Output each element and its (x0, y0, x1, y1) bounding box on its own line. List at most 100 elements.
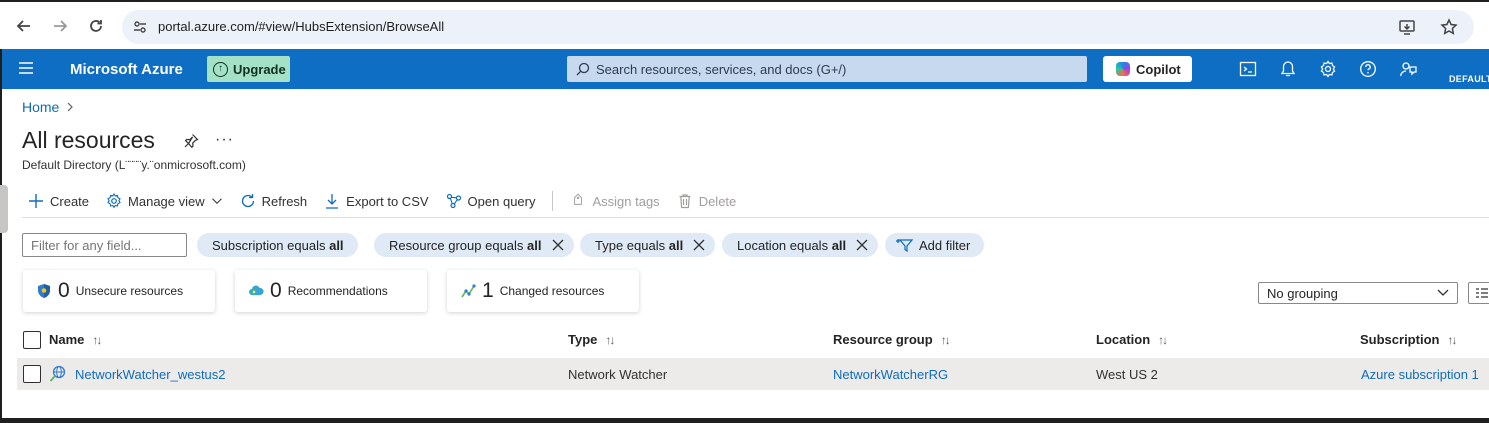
toolbar-divider-line (22, 217, 1489, 218)
resource-name-link[interactable]: NetworkWatcher_westus2 (75, 367, 226, 382)
copilot-label: Copilot (1136, 61, 1181, 77)
url-text: portal.azure.com/#view/HubsExtension/Bro… (158, 19, 445, 34)
refresh-label: Refresh (261, 193, 308, 209)
forward-icon[interactable] (48, 14, 72, 38)
filter-pill-label: Subscription equals all (212, 237, 344, 253)
close-icon[interactable] (856, 239, 868, 251)
sidebar-collapse-handle[interactable] (0, 185, 8, 233)
feedback-icon[interactable] (1399, 60, 1417, 78)
install-app-icon[interactable] (1398, 18, 1416, 36)
resource-group-link[interactable]: NetworkWatcherRG (833, 367, 948, 382)
back-icon[interactable] (12, 14, 36, 38)
breadcrumb: Home (22, 99, 75, 115)
filter-pill-label: Type equals all (595, 237, 684, 253)
filter-pill-resource-group[interactable]: Resource group equals all (374, 233, 574, 257)
assign-tags-label: Assign tags (592, 193, 660, 209)
grouping-dropdown[interactable]: No grouping (1258, 282, 1458, 304)
help-icon[interactable] (1359, 60, 1377, 78)
directory-label[interactable]: DEFAULT (1449, 74, 1489, 84)
settings-gear-icon[interactable] (1319, 60, 1337, 78)
menu-icon[interactable] (18, 61, 34, 75)
shield-icon (38, 284, 50, 298)
copilot-icon (1116, 62, 1130, 76)
trash-icon (679, 194, 691, 209)
create-label: Create (50, 193, 90, 209)
filter-pill-subscription[interactable]: Subscription equals all (197, 233, 358, 257)
column-header-resource-group[interactable]: Resource group ↑↓ (833, 332, 951, 347)
filter-input[interactable] (22, 233, 187, 257)
row-checkbox[interactable] (23, 365, 41, 383)
change-analysis-icon (461, 284, 476, 298)
add-filter-label: Add filter (919, 237, 971, 253)
assign-tags-button[interactable]: Assign tags (570, 193, 660, 209)
create-button[interactable]: Create (28, 193, 89, 209)
open-query-label: Open query (467, 193, 536, 209)
window-bottom-edge (0, 418, 1489, 423)
search-placeholder: Search resources, services, and docs (G+… (596, 62, 847, 77)
filter-pill-type[interactable]: Type equals all (580, 233, 716, 257)
export-csv-button[interactable]: Export to CSV (324, 193, 429, 209)
column-header-location[interactable]: Location ↑↓ (1096, 332, 1168, 347)
sort-icon: ↑↓ (1158, 332, 1168, 347)
column-header-type[interactable]: Type ↑↓ (568, 332, 615, 347)
site-settings-icon[interactable] (132, 19, 148, 35)
brand-title[interactable]: Microsoft Azure (70, 61, 183, 78)
card-label: Changed resources (499, 284, 605, 298)
directory-subtitle: Default Directory (L¨¨¨¨y.¨onmicrosoft.c… (22, 158, 246, 172)
chevron-right-icon (67, 102, 74, 112)
advisor-cloud-icon (249, 285, 264, 295)
manage-view-label: Manage view (128, 193, 205, 209)
azure-topbar: Microsoft Azure ↑ Upgrade Search resourc… (2, 49, 1489, 89)
delete-label: Delete (698, 193, 737, 209)
upgrade-button[interactable]: ↑ Upgrade (207, 56, 290, 82)
refresh-icon (241, 194, 254, 208)
list-view-icon (1476, 288, 1488, 298)
upgrade-arrow-icon: ↑ (213, 61, 228, 77)
table-row[interactable] (17, 358, 1489, 390)
sort-icon: ↑↓ (1447, 332, 1457, 347)
resource-location: West US 2 (1096, 367, 1158, 382)
page-title: All resources (22, 127, 155, 153)
export-csv-label: Export to CSV (346, 193, 429, 209)
more-options-icon[interactable]: ··· (215, 131, 234, 149)
add-filter-icon (896, 239, 913, 253)
card-count: 0 (270, 279, 282, 302)
breadcrumb-home[interactable]: Home (22, 99, 59, 115)
pin-icon[interactable] (183, 133, 199, 149)
add-filter-button[interactable]: Add filter (885, 233, 985, 257)
delete-button[interactable]: Delete (677, 193, 737, 209)
network-watcher-icon (49, 365, 66, 382)
open-query-button[interactable]: Open query (446, 193, 536, 209)
global-search-input[interactable]: Search resources, services, and docs (G+… (567, 56, 1087, 82)
sort-icon: ↑↓ (605, 332, 615, 347)
tag-icon (574, 193, 583, 205)
card-unsecure-resources[interactable]: 0 Unsecure resources (23, 270, 215, 312)
column-header-subscription[interactable]: Subscription ↑↓ (1360, 332, 1457, 347)
notifications-bell-icon[interactable] (1279, 60, 1297, 78)
reload-icon[interactable] (84, 14, 108, 38)
close-icon[interactable] (552, 239, 564, 251)
close-icon[interactable] (693, 239, 705, 251)
window-edge (0, 49, 2, 418)
chevron-down-icon (211, 198, 222, 204)
query-graph-icon (446, 193, 461, 209)
manage-view-button[interactable]: Manage view (106, 193, 223, 209)
download-icon (326, 194, 339, 209)
resource-type: Network Watcher (568, 367, 668, 382)
cloud-shell-icon[interactable] (1239, 60, 1257, 78)
filter-pill-location[interactable]: Location equals all (722, 233, 879, 257)
card-count: 0 (58, 279, 70, 302)
grouping-selected: No grouping (1267, 285, 1338, 301)
copilot-button[interactable]: Copilot (1103, 56, 1192, 82)
column-header-name[interactable]: Name ↑↓ (49, 332, 102, 347)
bookmark-star-icon[interactable] (1440, 18, 1458, 36)
select-all-checkbox[interactable] (23, 331, 41, 349)
search-icon (576, 62, 590, 76)
card-recommendations[interactable]: 0 Recommendations (235, 270, 427, 312)
card-count: 1 (482, 279, 494, 302)
card-changed-resources[interactable]: 1 Changed resources (447, 270, 639, 312)
list-view-toggle[interactable] (1468, 282, 1489, 304)
refresh-button[interactable]: Refresh (240, 193, 308, 209)
address-bar[interactable]: portal.azure.com/#view/HubsExtension/Bro… (122, 10, 1474, 44)
subscription-link[interactable]: Azure subscription 1 (1361, 367, 1479, 382)
